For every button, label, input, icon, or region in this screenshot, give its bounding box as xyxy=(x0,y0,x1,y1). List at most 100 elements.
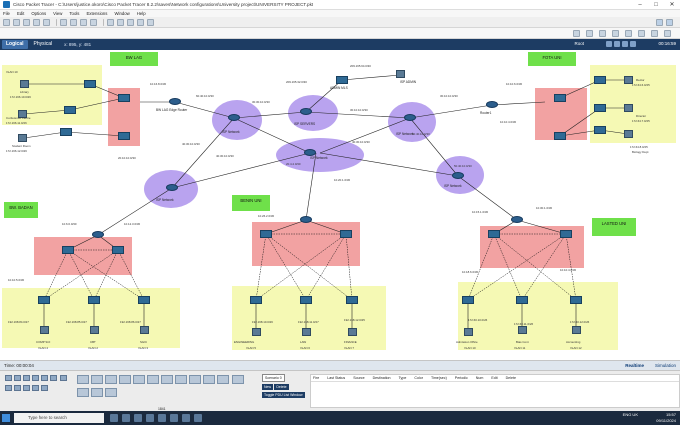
router-model-icon[interactable] xyxy=(91,388,103,397)
teams-icon[interactable] xyxy=(182,414,190,422)
switch-icon[interactable] xyxy=(118,132,130,140)
new-scenario-button[interactable]: New xyxy=(262,384,274,390)
switch-icon[interactable] xyxy=(250,296,262,304)
pc-icon[interactable] xyxy=(624,104,633,112)
edge-browser-icon[interactable] xyxy=(134,414,142,422)
switch-icon[interactable] xyxy=(488,230,500,238)
components-icon[interactable] xyxy=(23,375,30,381)
menu-window[interactable]: Window xyxy=(114,11,129,16)
switch-icon[interactable] xyxy=(594,76,606,84)
simulation-mode-button[interactable]: Simulation xyxy=(655,363,676,368)
pc-icon[interactable] xyxy=(252,328,261,336)
zoom-reset-icon[interactable] xyxy=(117,18,124,26)
shape-icon[interactable] xyxy=(638,30,645,37)
copy-icon[interactable] xyxy=(60,18,67,26)
router-icon[interactable] xyxy=(300,108,312,115)
menu-extensions[interactable]: Extensions xyxy=(86,11,107,16)
multiuser-icon[interactable] xyxy=(50,375,57,381)
note-icon[interactable] xyxy=(625,30,632,37)
zoom-in-icon[interactable] xyxy=(107,18,114,26)
pc-icon[interactable] xyxy=(302,328,311,336)
router-model-icon[interactable] xyxy=(189,375,201,384)
move-object-icon[interactable] xyxy=(622,41,628,47)
custom-devices-icon[interactable] xyxy=(147,18,154,26)
menu-options[interactable]: Options xyxy=(31,11,46,16)
mail-icon[interactable] xyxy=(146,414,154,422)
complex-pdu-icon[interactable] xyxy=(664,30,671,37)
switch-icon[interactable] xyxy=(64,106,76,114)
security-icon[interactable] xyxy=(32,385,39,391)
switches-icon[interactable] xyxy=(5,385,12,391)
router-icon[interactable] xyxy=(228,114,240,121)
delete-scenario-button[interactable]: Delete xyxy=(274,384,289,390)
switch-icon[interactable] xyxy=(138,296,150,304)
switch-icon[interactable] xyxy=(84,80,96,88)
end-devices-icon[interactable] xyxy=(14,375,21,381)
connections-icon[interactable] xyxy=(32,375,39,381)
minimize-icon[interactable]: – xyxy=(632,0,648,10)
save-icon[interactable] xyxy=(23,18,30,26)
router-model-icon[interactable] xyxy=(232,375,245,384)
inspect-icon[interactable] xyxy=(586,30,593,37)
tab-logical[interactable]: Logical xyxy=(2,40,28,49)
switch-icon[interactable] xyxy=(462,296,474,304)
pc-icon[interactable] xyxy=(518,326,527,334)
pc-icon[interactable] xyxy=(396,70,405,78)
language-indicator[interactable]: ENG UK xyxy=(623,412,638,418)
set-tiled-background-icon[interactable] xyxy=(630,41,636,47)
router-model-icon[interactable] xyxy=(77,388,89,397)
tab-physical[interactable]: Physical xyxy=(30,40,57,49)
zoom-out-icon[interactable] xyxy=(127,18,134,26)
wan-emulation-icon[interactable] xyxy=(41,385,48,391)
router-model-icon[interactable] xyxy=(147,375,159,384)
scenario-select[interactable]: Scenario 0 xyxy=(262,374,285,382)
open-file-icon[interactable] xyxy=(13,18,20,26)
switch-icon[interactable] xyxy=(112,246,124,254)
switch-icon[interactable] xyxy=(336,76,348,84)
switch-icon[interactable] xyxy=(118,94,130,102)
windows-start-icon[interactable] xyxy=(2,414,10,422)
hubs-icon[interactable] xyxy=(14,385,21,391)
router-icon[interactable] xyxy=(404,114,416,121)
simple-pdu-icon[interactable] xyxy=(651,30,658,37)
switch-icon[interactable] xyxy=(260,230,272,238)
pc-icon[interactable] xyxy=(20,80,29,88)
misc-icon[interactable] xyxy=(41,375,48,381)
toggle-pdu-list-button[interactable]: Toggle PDU List Window xyxy=(262,392,305,398)
help-icon[interactable] xyxy=(666,19,673,26)
activity-wizard-icon[interactable] xyxy=(43,18,50,26)
pc-icon[interactable] xyxy=(348,328,357,336)
router-model-icon[interactable] xyxy=(105,375,117,384)
maximize-icon[interactable]: □ xyxy=(648,0,664,10)
resize-icon[interactable] xyxy=(612,30,619,37)
pc-icon[interactable] xyxy=(140,326,149,334)
pc-icon[interactable] xyxy=(90,326,99,334)
router-model-icon[interactable] xyxy=(91,375,103,384)
switch-icon[interactable] xyxy=(346,296,358,304)
switch-icon[interactable] xyxy=(594,104,606,112)
menu-edit[interactable]: Edit xyxy=(17,11,24,16)
network-info-icon[interactable] xyxy=(656,19,663,26)
system-clock[interactable]: 15:57 09/11/2024 xyxy=(656,412,676,424)
router-model-icon[interactable] xyxy=(119,375,131,384)
new-file-icon[interactable] xyxy=(3,18,10,26)
print-icon[interactable] xyxy=(33,18,40,26)
switch-icon[interactable] xyxy=(554,132,566,140)
router-icon[interactable] xyxy=(92,231,104,238)
switch-icon[interactable] xyxy=(88,296,100,304)
router-model-icon[interactable] xyxy=(203,375,215,384)
select-icon[interactable] xyxy=(573,30,580,37)
router-icon[interactable] xyxy=(452,172,464,179)
delete-icon[interactable] xyxy=(599,30,606,37)
packet-tracer-taskbar-icon[interactable] xyxy=(170,414,178,422)
pc-icon[interactable] xyxy=(624,130,633,138)
switch-icon[interactable] xyxy=(300,296,312,304)
router-icon[interactable] xyxy=(511,216,523,223)
switch-icon[interactable] xyxy=(594,126,606,134)
router-icon[interactable] xyxy=(169,98,181,105)
pc-icon[interactable] xyxy=(572,326,581,334)
pc-icon[interactable] xyxy=(40,326,49,334)
switch-icon[interactable] xyxy=(38,296,50,304)
router-icon[interactable] xyxy=(486,101,498,108)
router-model-icon[interactable] xyxy=(133,375,145,384)
